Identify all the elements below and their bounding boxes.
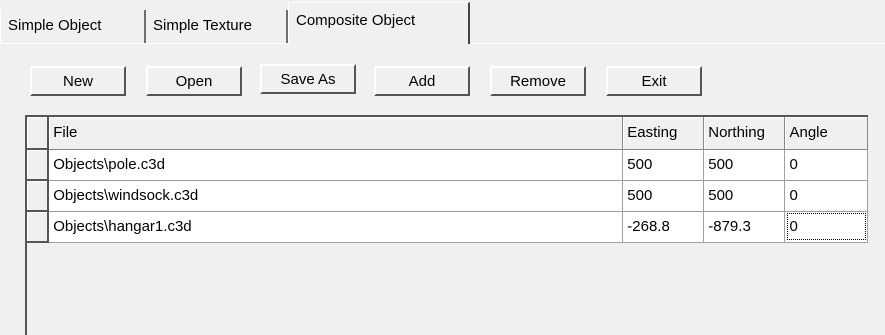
tab-simple-object[interactable]: Simple Object bbox=[0, 10, 146, 43]
column-header-easting[interactable]: Easting bbox=[622, 117, 705, 150]
tab-strip: Simple Object Simple Texture Composite O… bbox=[0, 0, 885, 44]
column-header-file[interactable]: File bbox=[48, 117, 624, 150]
cell-easting[interactable]: -268.8 bbox=[622, 211, 705, 243]
add-button[interactable]: Add bbox=[374, 66, 470, 96]
column-header-angle[interactable]: Angle bbox=[784, 117, 868, 150]
column-header-northing[interactable]: Northing bbox=[703, 117, 786, 150]
tab-simple-texture[interactable]: Simple Texture bbox=[146, 10, 288, 43]
cell-angle[interactable]: 0 bbox=[784, 180, 868, 212]
cell-file[interactable]: Objects\pole.c3d bbox=[48, 149, 624, 181]
objects-table: File Easting Northing Angle Objects\pole… bbox=[27, 117, 868, 243]
cell-file[interactable]: Objects\hangar1.c3d bbox=[48, 211, 624, 243]
table-row[interactable]: Objects\hangar1.c3d -268.8 -879.3 0 bbox=[27, 211, 868, 243]
open-button[interactable]: Open bbox=[146, 66, 242, 96]
cell-easting[interactable]: 500 bbox=[622, 149, 705, 181]
cell-angle-focused[interactable]: 0 bbox=[784, 211, 868, 243]
grid-header-row: File Easting Northing Angle bbox=[27, 117, 868, 150]
row-indicator[interactable] bbox=[27, 211, 50, 243]
cell-northing[interactable]: 500 bbox=[703, 180, 786, 212]
save-as-button[interactable]: Save As bbox=[260, 64, 356, 94]
row-indicator[interactable] bbox=[27, 149, 50, 181]
table-row[interactable]: Objects\windsock.c3d 500 500 0 bbox=[27, 180, 868, 212]
new-button[interactable]: New bbox=[30, 66, 126, 96]
objects-grid[interactable]: File Easting Northing Angle Objects\pole… bbox=[25, 115, 868, 335]
cell-angle[interactable]: 0 bbox=[784, 149, 868, 181]
tab-composite-object[interactable]: Composite Object bbox=[288, 2, 470, 44]
cell-easting[interactable]: 500 bbox=[622, 180, 705, 212]
cell-file[interactable]: Objects\windsock.c3d bbox=[48, 180, 624, 212]
cell-northing[interactable]: 500 bbox=[703, 149, 786, 181]
exit-button[interactable]: Exit bbox=[606, 66, 702, 96]
table-row[interactable]: Objects\pole.c3d 500 500 0 bbox=[27, 149, 868, 181]
header-corner-cell bbox=[27, 117, 50, 150]
remove-button[interactable]: Remove bbox=[490, 66, 586, 96]
row-indicator[interactable] bbox=[27, 180, 50, 212]
cell-northing[interactable]: -879.3 bbox=[703, 211, 786, 243]
